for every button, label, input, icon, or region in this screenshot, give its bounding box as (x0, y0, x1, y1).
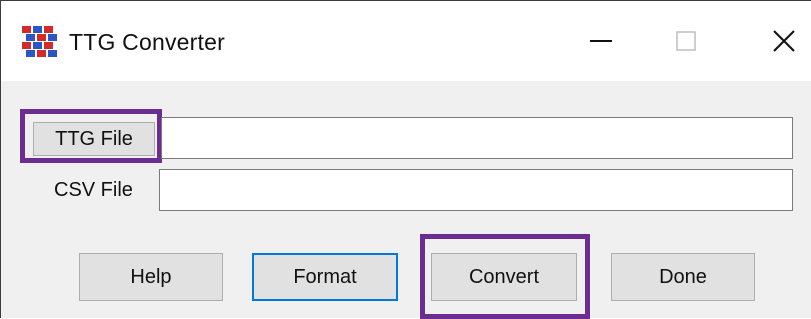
window-title: TTG Converter (69, 29, 225, 55)
close-icon (773, 30, 795, 52)
done-button[interactable]: Done (611, 253, 755, 301)
convert-button-highlight (420, 234, 590, 319)
csv-file-label: CSV File (54, 179, 133, 201)
help-button[interactable]: Help (79, 253, 223, 301)
maximize-icon (676, 31, 696, 51)
title-bar[interactable]: TTG Converter (1, 1, 811, 81)
minimize-icon (590, 40, 612, 42)
ttg-converter-window: TTG Converter TTG File CSV File Help For… (0, 0, 811, 319)
minimize-button[interactable] (556, 1, 646, 81)
close-button[interactable] (739, 1, 811, 81)
ttg-file-button-highlight (20, 109, 162, 163)
app-icon (22, 26, 57, 57)
ttg-file-path-field[interactable] (161, 117, 793, 159)
csv-file-path-field[interactable] (159, 169, 793, 211)
format-button[interactable]: Format (252, 253, 398, 301)
maximize-button[interactable] (641, 1, 731, 81)
